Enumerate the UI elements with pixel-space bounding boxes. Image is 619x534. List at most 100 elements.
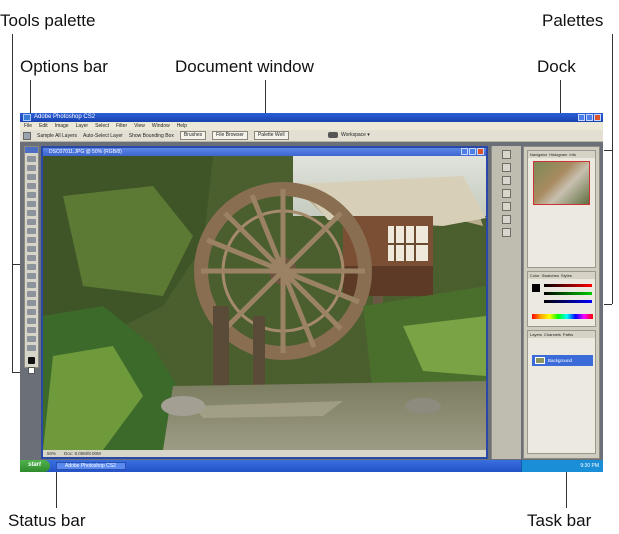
palette-well-button[interactable]: Palette Well bbox=[253, 131, 289, 140]
blur-tool-icon[interactable] bbox=[27, 264, 36, 270]
tab-color[interactable]: Color bbox=[530, 272, 540, 279]
option-sample-all-layers[interactable]: Sample All Layers bbox=[37, 133, 77, 139]
dock-history-icon[interactable] bbox=[502, 163, 511, 172]
start-button[interactable]: start bbox=[20, 460, 50, 472]
photoshop-screen: Adobe Photoshop CS2 File Edit Image Laye… bbox=[20, 113, 603, 472]
minimize-icon[interactable] bbox=[578, 114, 585, 121]
leader-palettes-top bbox=[604, 150, 612, 151]
move-tool-icon[interactable] bbox=[23, 131, 31, 140]
tab-navigator[interactable]: Navigator bbox=[530, 151, 547, 158]
menu-filter[interactable]: Filter bbox=[116, 122, 127, 130]
workspace-menu[interactable]: Workspace ▾ bbox=[328, 132, 370, 138]
clone-stamp-tool-icon[interactable] bbox=[27, 228, 36, 234]
lasso-tool-icon[interactable] bbox=[27, 174, 36, 180]
move-tool-icon[interactable] bbox=[27, 165, 36, 171]
app-title: Adobe Photoshop CS2 bbox=[34, 114, 96, 120]
tab-paths[interactable]: Paths bbox=[563, 331, 573, 338]
brush-tool-icon[interactable] bbox=[27, 219, 36, 225]
menu-window[interactable]: Window bbox=[152, 122, 170, 130]
hand-tool-icon[interactable] bbox=[27, 336, 36, 342]
app-titlebar: Adobe Photoshop CS2 bbox=[20, 113, 603, 122]
dock-navigator-icon[interactable] bbox=[502, 150, 511, 159]
eyedropper-tool-icon[interactable] bbox=[27, 327, 36, 333]
color-ramp[interactable] bbox=[532, 314, 593, 319]
status-doc-size: Doc: 8.00M/8.00M bbox=[64, 451, 101, 456]
green-slider[interactable] bbox=[544, 292, 592, 295]
color-swatch[interactable] bbox=[532, 284, 540, 292]
leader-palettes-bottom bbox=[604, 304, 612, 305]
eraser-tool-icon[interactable] bbox=[27, 246, 36, 252]
document-canvas[interactable] bbox=[43, 156, 486, 450]
leader-palettes bbox=[612, 34, 613, 304]
close-icon[interactable] bbox=[594, 114, 601, 121]
menu-layer[interactable]: Layer bbox=[76, 122, 89, 130]
history-brush-tool-icon[interactable] bbox=[27, 237, 36, 243]
callout-task-bar: Task bar bbox=[527, 511, 592, 530]
option-show-bounding-box[interactable]: Show Bounding Box bbox=[129, 133, 174, 139]
dodge-tool-icon[interactable] bbox=[27, 273, 36, 279]
tray-clock: 9:30 PM bbox=[580, 463, 599, 469]
waterwheel-photo bbox=[43, 156, 486, 450]
callout-palettes: Palettes bbox=[542, 11, 604, 30]
layers-palette: Layers Channels Paths Background bbox=[527, 330, 596, 454]
color-palette: Color Swatches Styles bbox=[527, 271, 596, 327]
tab-info[interactable]: Info bbox=[569, 151, 576, 158]
leader-tools-palette bbox=[12, 34, 13, 264]
file-browser-button[interactable]: File Browser bbox=[212, 131, 248, 140]
navigator-thumbnail[interactable] bbox=[533, 161, 590, 205]
palette-dock bbox=[491, 146, 521, 459]
menu-bar: File Edit Image Layer Select Filter View… bbox=[20, 122, 603, 130]
menu-select[interactable]: Select bbox=[95, 122, 109, 130]
shape-tool-icon[interactable] bbox=[27, 309, 36, 315]
option-auto-select-layer[interactable]: Auto-Select Layer bbox=[83, 133, 123, 139]
document-title: DSC07011.JPG @ 50% (RGB/8) bbox=[49, 149, 122, 155]
dock-paragraph-icon[interactable] bbox=[502, 228, 511, 237]
healing-brush-tool-icon[interactable] bbox=[27, 210, 36, 216]
maximize-icon[interactable] bbox=[586, 114, 593, 121]
dock-brushes-icon[interactable] bbox=[502, 202, 511, 211]
doc-minimize-icon[interactable] bbox=[461, 148, 468, 155]
status-zoom[interactable]: 50% bbox=[47, 451, 56, 456]
callout-dock: Dock bbox=[537, 57, 576, 76]
menu-edit[interactable]: Edit bbox=[39, 122, 48, 130]
callout-options-bar: Options bar bbox=[20, 57, 108, 76]
dock-actions-icon[interactable] bbox=[502, 176, 511, 185]
brushes-button[interactable]: Brushes bbox=[179, 131, 207, 140]
magic-wand-tool-icon[interactable] bbox=[27, 183, 36, 189]
menu-view[interactable]: View bbox=[134, 122, 145, 130]
doc-maximize-icon[interactable] bbox=[469, 148, 476, 155]
taskbar-app-button[interactable]: Adobe Photoshop CS2 bbox=[56, 462, 126, 470]
dock-tool-presets-icon[interactable] bbox=[502, 189, 511, 198]
path-selection-tool-icon[interactable] bbox=[27, 282, 36, 288]
pen-tool-icon[interactable] bbox=[27, 300, 36, 306]
crop-tool-icon[interactable] bbox=[27, 192, 36, 198]
type-tool-icon[interactable] bbox=[27, 291, 36, 297]
menu-help[interactable]: Help bbox=[177, 122, 187, 130]
menu-file[interactable]: File bbox=[24, 122, 32, 130]
marquee-tool-icon[interactable] bbox=[27, 156, 36, 162]
workspace-label: Workspace ▾ bbox=[341, 132, 370, 138]
gradient-tool-icon[interactable] bbox=[27, 255, 36, 261]
leader-task-bar bbox=[566, 470, 567, 508]
foreground-color-swatch[interactable] bbox=[28, 357, 35, 364]
menu-image[interactable]: Image bbox=[55, 122, 69, 130]
callout-status-bar: Status bar bbox=[8, 511, 86, 530]
slice-tool-icon[interactable] bbox=[27, 201, 36, 207]
red-slider[interactable] bbox=[544, 284, 592, 287]
blue-slider[interactable] bbox=[544, 300, 592, 303]
document-window: DSC07011.JPG @ 50% (RGB/8) 50% Doc: 8.00… bbox=[41, 146, 488, 459]
tab-styles[interactable]: Styles bbox=[561, 272, 572, 279]
layer-row[interactable]: Background bbox=[532, 355, 593, 366]
tools-palette-header[interactable] bbox=[25, 147, 38, 153]
zoom-tool-icon[interactable] bbox=[27, 345, 36, 351]
document-titlebar[interactable]: DSC07011.JPG @ 50% (RGB/8) bbox=[43, 148, 486, 156]
tab-histogram[interactable]: Histogram bbox=[549, 151, 567, 158]
background-color-swatch[interactable] bbox=[28, 367, 35, 374]
navigator-palette: Navigator Histogram Info bbox=[527, 150, 596, 268]
tab-channels[interactable]: Channels bbox=[544, 331, 561, 338]
tab-swatches[interactable]: Swatches bbox=[542, 272, 559, 279]
doc-close-icon[interactable] bbox=[477, 148, 484, 155]
notes-tool-icon[interactable] bbox=[27, 318, 36, 324]
dock-character-icon[interactable] bbox=[502, 215, 511, 224]
tab-layers[interactable]: Layers bbox=[530, 331, 542, 338]
